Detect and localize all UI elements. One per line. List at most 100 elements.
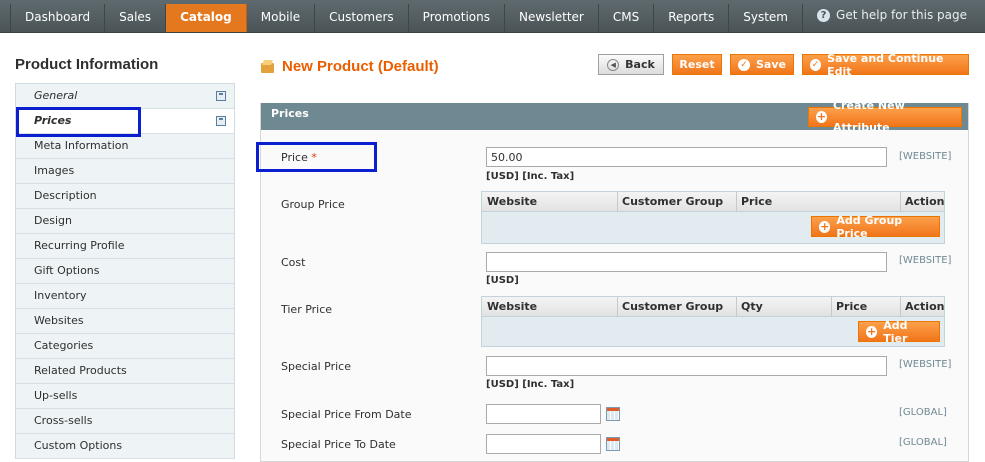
sidebar-item-label: Recurring Profile xyxy=(34,239,125,252)
sidebar: Product Information General Prices Meta … xyxy=(15,55,235,459)
nav-item-promotions[interactable]: Promotions xyxy=(409,4,505,32)
help-link[interactable]: ? Get help for this page xyxy=(817,8,967,22)
sidebar-item-general[interactable]: General xyxy=(15,84,235,109)
tier-price-header: Website Customer Group Qty Price Action xyxy=(482,297,944,317)
sidebar-item-label: Inventory xyxy=(34,289,87,302)
cost-input[interactable] xyxy=(486,252,887,272)
save-state-icon xyxy=(216,91,226,101)
special-to-date-scope: [GLOBAL] xyxy=(899,437,947,448)
nav-item-customers[interactable]: Customers xyxy=(315,4,409,32)
top-navigation: Dashboard Sales Catalog Mobile Customers… xyxy=(0,0,985,33)
cost-scope: [WEBSITE] xyxy=(899,255,952,266)
add-tier-button[interactable]: + Add Tier xyxy=(858,318,940,345)
sidebar-item-inventory[interactable]: Inventory xyxy=(15,284,235,309)
price-currency-note: [USD] [Inc. Tax] xyxy=(486,171,575,182)
price-scope: [WEBSITE] xyxy=(899,151,952,162)
create-attribute-label: Create New Attribute xyxy=(832,99,905,134)
column-header-customer-group: Customer Group xyxy=(622,195,724,208)
tier-price-label: Tier Price xyxy=(281,303,333,316)
create-new-attribute-button[interactable]: + Create New Attribute xyxy=(808,99,962,134)
nav-item-cms[interactable]: CMS xyxy=(599,4,655,32)
column-header-action: Action xyxy=(905,300,945,313)
add-group-price-button[interactable]: + Add Group Price xyxy=(811,213,940,240)
price-input[interactable] xyxy=(486,147,887,167)
sidebar-item-label: Related Products xyxy=(34,364,127,377)
cost-label: Cost xyxy=(281,256,306,269)
column-header-website: Website xyxy=(487,195,538,208)
sidebar-item-websites[interactable]: Websites xyxy=(15,309,235,334)
sidebar-item-label: Custom Options xyxy=(34,439,123,452)
sidebar-tabs: General Prices Meta Information Images D… xyxy=(15,83,235,459)
nav-item-sales[interactable]: Sales xyxy=(105,4,167,32)
nav-item-dashboard[interactable]: Dashboard xyxy=(10,4,106,32)
required-mark: * xyxy=(311,151,317,164)
nav-item-newsletter[interactable]: Newsletter xyxy=(505,4,599,32)
column-header-website: Website xyxy=(487,300,538,313)
sidebar-item-label: General xyxy=(34,89,78,102)
nav-item-mobile[interactable]: Mobile xyxy=(247,4,316,32)
sidebar-item-label: Gift Options xyxy=(34,264,100,277)
column-header-price: Price xyxy=(836,300,868,313)
column-header-customer-group: Customer Group xyxy=(622,300,724,313)
special-to-date-input[interactable] xyxy=(486,434,601,454)
sidebar-item-description[interactable]: Description xyxy=(15,184,235,209)
plus-icon: + xyxy=(866,324,878,338)
sidebar-item-label: Websites xyxy=(34,314,84,327)
back-arrow-icon: ◀ xyxy=(607,58,620,71)
sidebar-item-custom-options[interactable]: Custom Options xyxy=(15,434,235,459)
product-box-icon xyxy=(260,60,275,74)
sidebar-item-label: Images xyxy=(34,164,75,177)
nav-menu: Dashboard Sales Catalog Mobile Customers… xyxy=(10,4,803,32)
sidebar-item-cross-sells[interactable]: Cross-sells xyxy=(15,409,235,434)
sidebar-item-recurring-profile[interactable]: Recurring Profile xyxy=(15,234,235,259)
price-label: Price * xyxy=(281,151,317,164)
column-header-action: Action xyxy=(905,195,945,208)
special-from-date-scope: [GLOBAL] xyxy=(899,407,947,418)
check-icon: ✓ xyxy=(810,58,822,71)
special-price-input[interactable] xyxy=(486,356,887,376)
reset-button-label: Reset xyxy=(679,58,715,71)
reset-button[interactable]: Reset xyxy=(672,54,722,75)
nav-item-system[interactable]: System xyxy=(729,4,803,32)
sidebar-item-categories[interactable]: Categories xyxy=(15,334,235,359)
prices-section: Prices + Create New Attribute Price * [W… xyxy=(260,99,969,462)
page-title: New Product (Default) xyxy=(260,58,439,75)
special-from-date-label: Special Price From Date xyxy=(281,408,412,421)
sidebar-title: Product Information xyxy=(15,56,159,73)
sidebar-item-related-products[interactable]: Related Products xyxy=(15,359,235,384)
nav-item-catalog[interactable]: Catalog xyxy=(166,4,247,32)
sidebar-item-up-sells[interactable]: Up-sells xyxy=(15,384,235,409)
add-group-price-label: Add Group Price xyxy=(836,213,903,240)
help-icon: ? xyxy=(817,8,831,22)
save-and-continue-button[interactable]: ✓ Save and Continue Edit xyxy=(802,52,969,78)
sidebar-item-label: Meta Information xyxy=(34,139,129,152)
sidebar-item-meta-information[interactable]: Meta Information xyxy=(15,134,235,159)
save-button[interactable]: ✓ Save xyxy=(730,54,794,75)
calendar-icon[interactable] xyxy=(606,437,620,451)
save-state-icon xyxy=(216,116,226,126)
sidebar-item-images[interactable]: Images xyxy=(15,159,235,184)
sidebar-item-label: Description xyxy=(34,189,97,202)
sidebar-item-prices[interactable]: Prices xyxy=(15,109,235,134)
special-price-currency-note: [USD] [Inc. Tax] xyxy=(486,379,575,390)
section-header: Prices + Create New Attribute xyxy=(261,99,968,134)
special-from-date-input[interactable] xyxy=(486,404,601,424)
calendar-icon[interactable] xyxy=(606,407,620,421)
back-button[interactable]: ◀ Back xyxy=(598,54,664,75)
column-header-price: Price xyxy=(741,195,773,208)
sidebar-item-label: Up-sells xyxy=(34,389,78,402)
nav-item-reports[interactable]: Reports xyxy=(654,4,730,32)
section-title: Prices xyxy=(271,107,309,120)
tier-price-table: Website Customer Group Qty Price Action … xyxy=(481,296,945,347)
check-icon: ✓ xyxy=(738,58,750,71)
group-price-label: Group Price xyxy=(281,198,345,211)
help-label: Get help for this page xyxy=(836,8,967,22)
sidebar-item-label: Cross-sells xyxy=(34,414,93,427)
save-button-label: Save xyxy=(756,58,786,71)
price-label-text: Price xyxy=(281,151,308,164)
sidebar-item-design[interactable]: Design xyxy=(15,209,235,234)
sidebar-item-gift-options[interactable]: Gift Options xyxy=(15,259,235,284)
special-to-date-label: Special Price To Date xyxy=(281,438,396,451)
column-header-qty: Qty xyxy=(741,300,763,313)
add-tier-label: Add Tier xyxy=(883,318,908,345)
